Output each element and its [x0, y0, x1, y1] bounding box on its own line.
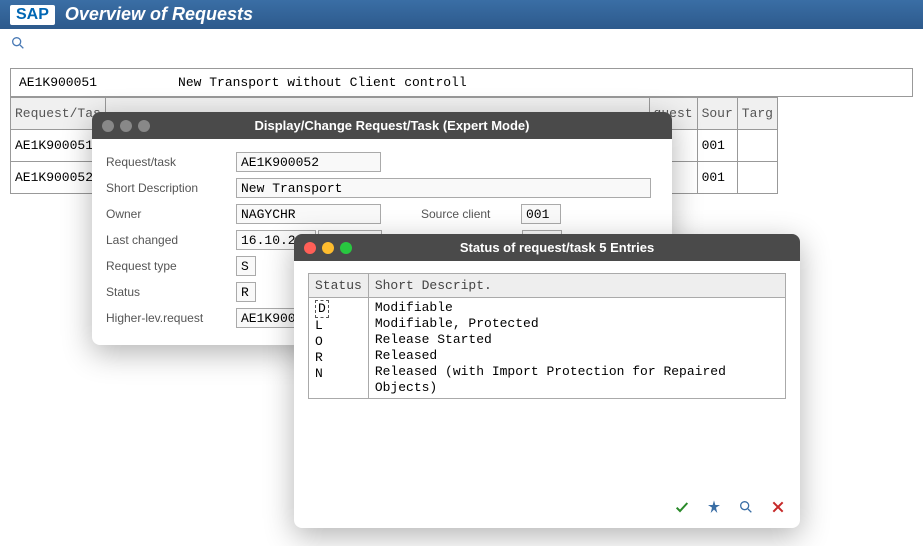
window-close-icon[interactable] [102, 120, 114, 132]
request-header-desc: New Transport without Client controll [178, 75, 467, 90]
search-icon[interactable] [10, 40, 26, 54]
request-header-id: AE1K900051 [19, 75, 139, 90]
dialog-titlebar[interactable]: Display/Change Request/Task (Expert Mode… [92, 112, 672, 139]
label-short-desc: Short Description [106, 181, 236, 195]
dialog-title: Status of request/task 5 Entries [364, 240, 750, 255]
status-desc: Released [375, 348, 779, 364]
status-desc: Release Started [375, 332, 779, 348]
confirm-icon[interactable] [674, 499, 690, 518]
window-close-icon[interactable] [304, 242, 316, 254]
sap-logo: SAP [10, 5, 55, 25]
status-code[interactable]: D [315, 300, 329, 318]
dialog-titlebar[interactable]: Status of request/task 5 Entries [294, 234, 800, 261]
app-header: SAP Overview of Requests [0, 0, 923, 29]
status-code[interactable]: R [315, 350, 362, 366]
request-task-field[interactable] [236, 152, 381, 172]
status-desc: Modifiable, Protected [375, 316, 779, 332]
cell-source: 001 [697, 162, 737, 194]
source-client-field[interactable] [521, 204, 561, 224]
cell-target [737, 162, 777, 194]
page-title: Overview of Requests [65, 4, 253, 25]
request-type-field[interactable] [236, 256, 256, 276]
dialog-title: Display/Change Request/Task (Expert Mode… [162, 118, 622, 133]
label-status: Status [106, 285, 236, 299]
label-owner: Owner [106, 207, 236, 221]
window-minimize-icon[interactable] [120, 120, 132, 132]
cancel-icon[interactable] [770, 499, 786, 518]
status-desc-cell: Modifiable Modifiable, Protected Release… [368, 298, 785, 399]
dialog-status-entries: Status of request/task 5 Entries Status … [294, 234, 800, 528]
toolbar [0, 29, 923, 60]
status-code[interactable]: N [315, 366, 362, 382]
label-higher: Higher-lev.request [106, 311, 236, 325]
status-code[interactable]: L [315, 318, 362, 334]
bookmark-icon[interactable] [706, 499, 722, 518]
window-zoom-icon[interactable] [340, 242, 352, 254]
cell-source: 001 [697, 130, 737, 162]
short-desc-field[interactable] [236, 178, 651, 198]
col-desc: Short Descript. [368, 274, 785, 298]
dialog-body: Status Short Descript. D L O R N Modifia… [294, 261, 800, 491]
find-icon[interactable] [738, 499, 754, 518]
col-target: Targ [737, 98, 777, 130]
window-minimize-icon[interactable] [322, 242, 334, 254]
status-field[interactable] [236, 282, 256, 302]
window-zoom-icon[interactable] [138, 120, 150, 132]
col-source: Sour [697, 98, 737, 130]
status-desc: Modifiable [375, 300, 779, 316]
status-table: Status Short Descript. D L O R N Modifia… [308, 273, 786, 399]
dialog-footer [294, 491, 800, 528]
cell-target [737, 130, 777, 162]
status-desc: Released (with Import Protection for Rep… [375, 364, 779, 396]
label-request-type: Request type [106, 259, 236, 273]
status-code[interactable]: O [315, 334, 362, 350]
label-last-changed: Last changed [106, 233, 236, 247]
label-request-task: Request/task [106, 155, 236, 169]
request-header: AE1K900051 New Transport without Client … [10, 68, 913, 97]
owner-field[interactable] [236, 204, 381, 224]
col-status: Status [309, 274, 369, 298]
status-codes-cell[interactable]: D L O R N [309, 298, 369, 399]
label-source-client: Source client [421, 207, 521, 221]
